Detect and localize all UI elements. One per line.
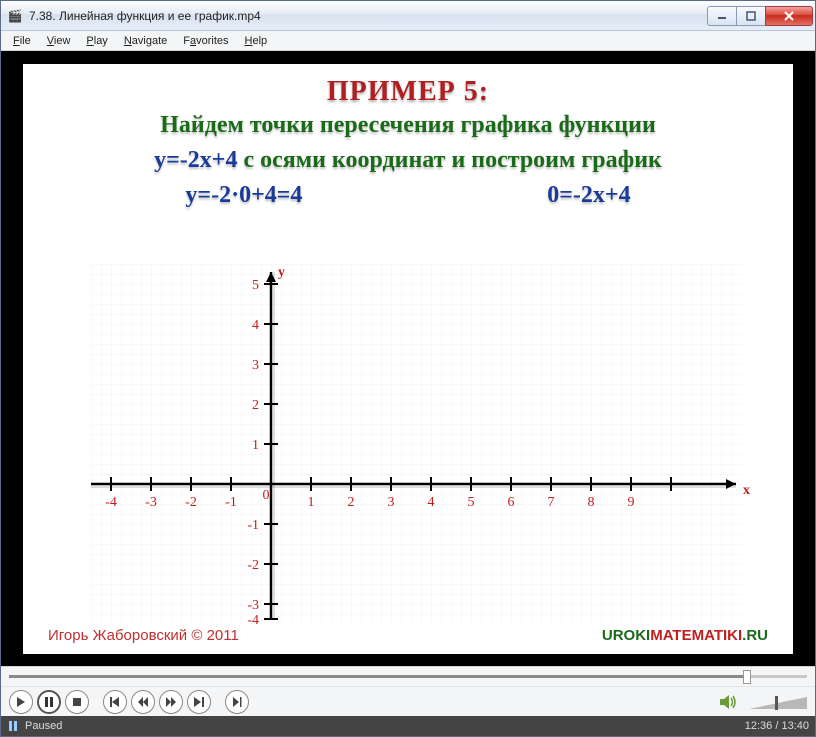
coordinate-graph: x y [71,264,751,624]
svg-text:7: 7 [548,495,555,510]
minimize-button[interactable] [707,6,737,26]
next-track-button[interactable] [187,690,211,714]
svg-text:3: 3 [252,358,259,373]
svg-text:0: 0 [263,488,270,503]
author-credit: Игорь Жаборовский © 2011 [48,627,239,644]
time-display: 12:36 / 13:40 [745,720,809,732]
svg-text:x: x [743,483,750,498]
svg-text:4: 4 [252,318,259,333]
svg-text:-1: -1 [247,518,259,533]
volume-icon[interactable] [719,692,739,712]
playback-controls [1,686,815,716]
menu-favorites[interactable]: Favorites [175,33,236,49]
titlebar[interactable]: 🎬 7.38. Линейная функция и ее график.mp4 [1,1,815,31]
window-buttons [708,6,813,26]
svg-text:5: 5 [468,495,475,510]
slide-title: ПРИМЕР 5: [23,64,793,108]
menu-navigate[interactable]: Navigate [116,33,175,49]
maximize-button[interactable] [736,6,766,26]
svg-text:-1: -1 [225,495,237,510]
site-credit: UROKIMATEMATIKI.RU [602,627,768,644]
menu-help[interactable]: Help [237,33,276,49]
video-frame: ПРИМЕР 5: Найдем точки пересечения графи… [23,64,793,654]
svg-text:2: 2 [348,495,355,510]
status-text: Paused [25,720,62,732]
app-window: 🎬 7.38. Линейная функция и ее график.mp4… [0,0,816,737]
rewind-button[interactable] [131,690,155,714]
svg-text:-3: -3 [247,598,259,613]
play-button[interactable] [9,690,33,714]
svg-text:6: 6 [508,495,515,510]
svg-text:1: 1 [308,495,315,510]
svg-text:4: 4 [428,495,435,510]
pause-button[interactable] [37,690,61,714]
status-icon [7,720,19,732]
seekbar-fill [9,675,743,678]
svg-text:-4: -4 [247,613,259,624]
svg-text:y: y [278,265,285,280]
svg-text:9: 9 [628,495,635,510]
calc-row: y=-2·0+4=4 0=-2x+4 [23,182,793,209]
menu-view[interactable]: View [39,33,79,49]
app-icon: 🎬 [7,8,23,24]
step-button[interactable] [225,690,249,714]
menubar: File View Play Navigate Favorites Help [1,31,815,51]
calc-right: 0=-2x+4 [547,182,630,209]
calc-left: y=-2·0+4=4 [185,182,302,209]
svg-text:8: 8 [588,495,595,510]
stop-button[interactable] [65,690,89,714]
svg-text:5: 5 [252,278,259,293]
svg-text:-3: -3 [145,495,157,510]
slide-line1: Найдем точки пересечения графика функции [23,108,793,143]
close-button[interactable] [765,6,813,26]
svg-text:-4: -4 [105,495,117,510]
svg-text:3: 3 [388,495,395,510]
formula-main: y=-2x+4 [154,147,237,173]
seekbar-thumb[interactable] [743,670,751,684]
svg-text:2: 2 [252,398,259,413]
volume-track [749,697,807,709]
volume-thumb[interactable] [775,696,778,710]
forward-button[interactable] [159,690,183,714]
credits: Игорь Жаборовский © 2011 UROKIMATEMATIKI… [48,627,768,644]
slide-line2-rest: с осями координат и построим график [237,147,661,173]
svg-text:-2: -2 [185,495,197,510]
menu-file[interactable]: File [5,33,39,49]
window-title: 7.38. Линейная функция и ее график.mp4 [29,9,708,23]
slide-line2: y=-2x+4 с осями координат и построим гра… [23,143,793,178]
menu-play[interactable]: Play [78,33,115,49]
svg-text:-2: -2 [247,558,259,573]
statusbar: Paused 12:36 / 13:40 [1,716,815,736]
seekbar[interactable] [9,675,807,678]
volume-slider[interactable] [747,695,807,709]
video-area[interactable]: ПРИМЕР 5: Найдем точки пересечения графи… [1,51,815,666]
prev-track-button[interactable] [103,690,127,714]
svg-text:1: 1 [252,438,259,453]
seekbar-row [1,666,815,686]
